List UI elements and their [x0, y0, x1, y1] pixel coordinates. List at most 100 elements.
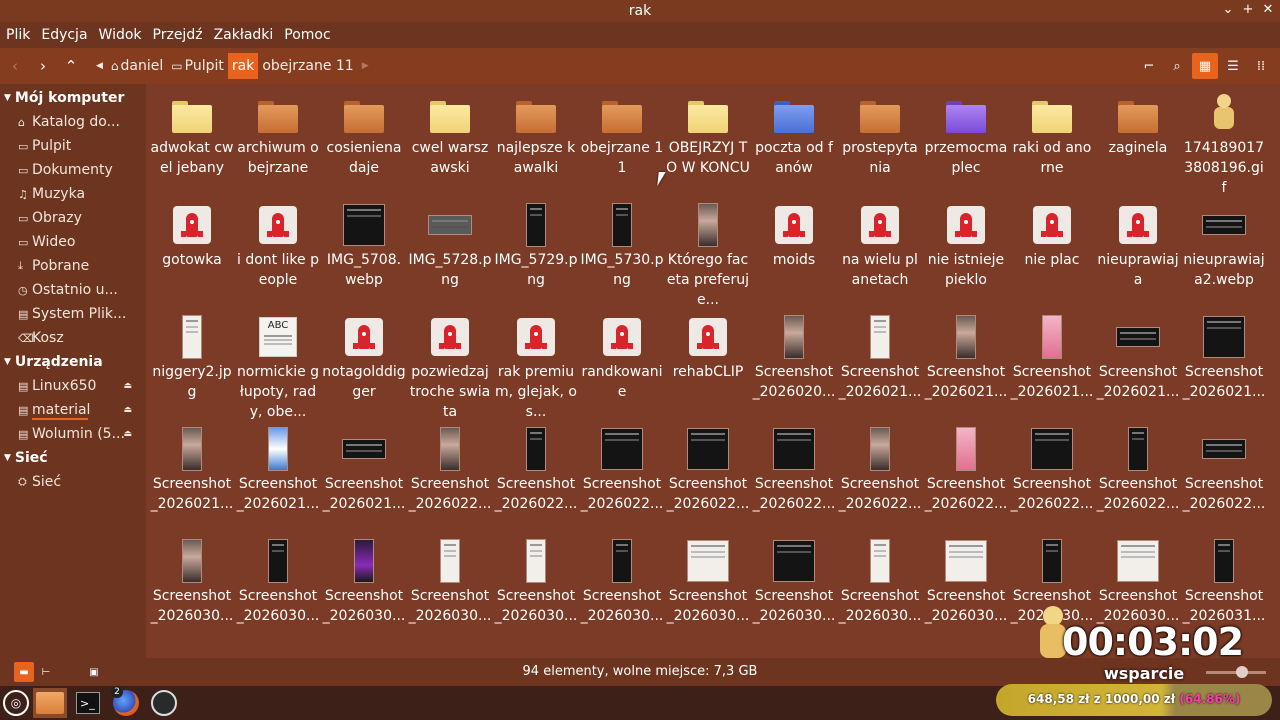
file-item[interactable]: Screenshot_2026030...: [235, 538, 321, 650]
file-item[interactable]: Screenshot_2026022...: [1181, 426, 1267, 538]
menu-edit[interactable]: Edycja: [41, 27, 87, 43]
sidebar-section-header[interactable]: ▼ Sieć: [0, 446, 146, 470]
eject-icon[interactable]: ⏏: [123, 381, 132, 391]
maximize-button[interactable]: +: [1242, 2, 1254, 17]
file-item[interactable]: Screenshot_2026022...: [665, 426, 751, 538]
sidebar-item[interactable]: ▭ Obrazy: [0, 206, 146, 230]
breadcrumb-scroll-left[interactable]: ◀: [92, 53, 107, 79]
taskbar-firefox[interactable]: 2: [109, 686, 143, 718]
sidebar-section-header[interactable]: ▼ Urządzenia: [0, 350, 146, 374]
breadcrumb-desktop[interactable]: ▭ Pulpit: [167, 53, 228, 79]
file-item[interactable]: Screenshot_2026030...: [665, 538, 751, 650]
file-item[interactable]: Screenshot_2026022...: [493, 426, 579, 538]
menu-file[interactable]: Plik: [6, 27, 30, 43]
folder-item[interactable]: najlepsze kawalki: [493, 90, 579, 202]
folder-item[interactable]: archiwum obejrzane: [235, 90, 321, 202]
file-item[interactable]: rak premium, glejak, os...: [493, 314, 579, 426]
breadcrumb-child[interactable]: obejrzane 11: [258, 53, 357, 79]
file-item[interactable]: na wielu planetach: [837, 202, 923, 314]
file-item[interactable]: Screenshot_2026030...: [751, 538, 837, 650]
close-button[interactable]: ✕: [1262, 2, 1274, 17]
file-item[interactable]: IMG_5730.png: [579, 202, 665, 314]
file-item[interactable]: IMG_5708.webp: [321, 202, 407, 314]
sidebar-item[interactable]: ⌫ Kosz: [0, 326, 146, 350]
file-item[interactable]: nieuprawiaja: [1095, 202, 1181, 314]
folder-item[interactable]: prostepytania: [837, 90, 923, 202]
file-item[interactable]: Screenshot_2026030...: [837, 538, 923, 650]
compact-view-button[interactable]: ⁞⁞: [1248, 53, 1274, 79]
file-item[interactable]: Screenshot_2026021...: [235, 426, 321, 538]
sidebar-item[interactable]: ⤓ Pobrane: [0, 254, 146, 278]
folder-item[interactable]: cosieniena daje: [321, 90, 407, 202]
sidebar-item[interactable]: ⌂ Katalog do...: [0, 110, 146, 134]
zoom-slider[interactable]: [1206, 666, 1266, 678]
file-item[interactable]: pozwiedzaj troche swiata: [407, 314, 493, 426]
file-item[interactable]: Screenshot_2026030...: [493, 538, 579, 650]
folder-item[interactable]: raki od anorne: [1009, 90, 1095, 202]
folder-item[interactable]: adwokat cwel jebany: [149, 90, 235, 202]
file-item[interactable]: Screenshot_2026022...: [579, 426, 665, 538]
minimize-button[interactable]: ⌄: [1222, 2, 1234, 17]
start-menu-button[interactable]: ◎: [3, 690, 29, 716]
breadcrumb-scroll-right[interactable]: ▶: [358, 53, 373, 79]
sidebar-item[interactable]: ◷ Ostatnio u...: [0, 278, 146, 302]
list-view-button[interactable]: ☰: [1220, 53, 1246, 79]
sidebar-item[interactable]: ▭ Wideo: [0, 230, 146, 254]
file-item[interactable]: Screenshot_2026022...: [1095, 426, 1181, 538]
file-item[interactable]: Screenshot_2026022...: [837, 426, 923, 538]
file-item[interactable]: Screenshot_2026021...: [1095, 314, 1181, 426]
file-item[interactable]: Screenshot_2026030...: [321, 538, 407, 650]
file-item[interactable]: nie plac: [1009, 202, 1095, 314]
file-item[interactable]: Screenshot_2026030...: [407, 538, 493, 650]
file-item[interactable]: ABC normickie głupoty, rady, obe...: [235, 314, 321, 426]
breadcrumb-home[interactable]: ⌂ daniel: [107, 53, 167, 79]
menu-bookmarks[interactable]: Zakładki: [214, 27, 274, 43]
sidebar-section-header[interactable]: ▼ Mój komputer: [0, 86, 146, 110]
file-item[interactable]: Screenshot_2026022...: [751, 426, 837, 538]
file-item[interactable]: nieuprawiaja2.webp: [1181, 202, 1267, 314]
file-item[interactable]: gotowka: [149, 202, 235, 314]
file-item[interactable]: moids: [751, 202, 837, 314]
file-item[interactable]: notagolddigger: [321, 314, 407, 426]
folder-item[interactable]: cwel warszawski: [407, 90, 493, 202]
sidebar-item[interactable]: ♫ Muzyka: [0, 182, 146, 206]
file-item[interactable]: Screenshot_2026021...: [149, 426, 235, 538]
folder-item[interactable]: OBEJRZYJ TO W KONCU: [665, 90, 751, 202]
folder-item[interactable]: poczta od fanów: [751, 90, 837, 202]
file-item[interactable]: rehabCLIP: [665, 314, 751, 426]
sidebar-item[interactable]: ▤ System Plik...: [0, 302, 146, 326]
breadcrumb-current[interactable]: rak: [227, 53, 259, 79]
sidebar-item[interactable]: ▤ Wolumin (5... ⏏: [0, 422, 146, 446]
file-item[interactable]: Którego faceta preferuje...: [665, 202, 751, 314]
folder-item[interactable]: przemocmaplec: [923, 90, 1009, 202]
file-item[interactable]: Screenshot_2026030...: [923, 538, 1009, 650]
file-item[interactable]: Screenshot_2026021...: [1009, 314, 1095, 426]
zoom-slider-knob[interactable]: [1236, 666, 1248, 678]
file-item[interactable]: Screenshot_2026021...: [837, 314, 923, 426]
file-item[interactable]: nie istnieje pieklo: [923, 202, 1009, 314]
path-toggle-button[interactable]: ⌐: [1136, 53, 1162, 79]
icon-view-button[interactable]: ▦: [1192, 53, 1218, 79]
folder-item[interactable]: obejrzane 11: [579, 90, 665, 202]
eject-icon[interactable]: ⏏: [123, 429, 132, 439]
file-item[interactable]: 1741890173808196.gif: [1181, 90, 1267, 202]
sidebar-item[interactable]: ⛭ Sieć: [0, 470, 146, 494]
file-item[interactable]: i dont like people: [235, 202, 321, 314]
folder-item[interactable]: zaginela: [1095, 90, 1181, 202]
sidebar-item[interactable]: ▭ Pulpit: [0, 134, 146, 158]
file-item[interactable]: IMG_5728.png: [407, 202, 493, 314]
sidebar-item[interactable]: ▤ material ⏏: [0, 398, 146, 422]
file-item[interactable]: Screenshot_2026021...: [321, 426, 407, 538]
file-item[interactable]: Screenshot_2026030...: [579, 538, 665, 650]
taskbar-obs[interactable]: [147, 688, 181, 718]
file-item[interactable]: Screenshot_2026021...: [1181, 314, 1267, 426]
file-item[interactable]: Screenshot_2026021...: [923, 314, 1009, 426]
menu-go[interactable]: Przejdź: [153, 27, 203, 43]
sidebar-item[interactable]: ▭ Dokumenty: [0, 158, 146, 182]
file-item[interactable]: niggery2.jpg: [149, 314, 235, 426]
file-item[interactable]: Screenshot_2026022...: [923, 426, 1009, 538]
file-item[interactable]: Screenshot_2026030...: [149, 538, 235, 650]
file-item[interactable]: Screenshot_2026022...: [1009, 426, 1095, 538]
file-item[interactable]: Screenshot_2026020...: [751, 314, 837, 426]
back-button[interactable]: ‹: [2, 53, 28, 79]
